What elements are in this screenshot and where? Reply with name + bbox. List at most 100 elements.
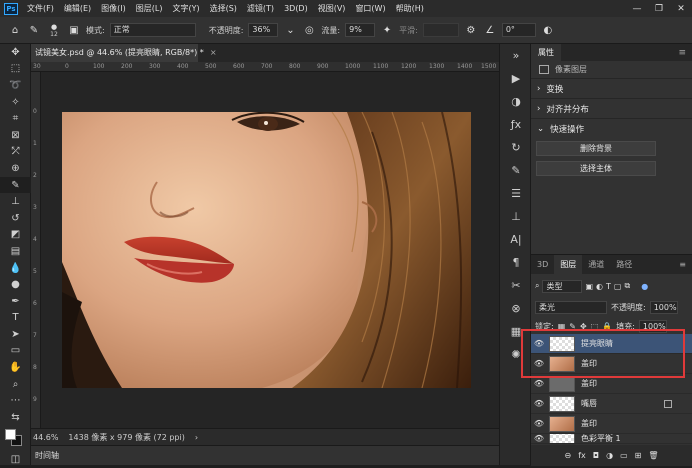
type-tool-icon[interactable]: T bbox=[0, 310, 31, 327]
shape-tool-icon[interactable]: ▭ bbox=[0, 343, 31, 360]
document-size-info[interactable]: 1438 像素 x 979 像素 (72 ppi) bbox=[68, 432, 184, 443]
gear-icon[interactable]: ⚙ bbox=[464, 23, 478, 37]
tab-properties[interactable]: 属性 bbox=[531, 44, 561, 61]
new-adjustment-icon[interactable]: ◑ bbox=[606, 451, 613, 460]
path-selection-tool-icon[interactable]: ➤ bbox=[0, 326, 31, 343]
minimize-button[interactable]: — bbox=[626, 4, 648, 14]
dodge-tool-icon[interactable]: ● bbox=[0, 276, 31, 293]
eye-icon[interactable]: 👁 bbox=[531, 419, 547, 428]
brush-settings-icon[interactable]: ▣ bbox=[67, 23, 81, 37]
filter-smart-object-icon[interactable]: ⧉ bbox=[624, 281, 630, 291]
menu-image[interactable]: 图像(I) bbox=[96, 3, 131, 14]
angle-input[interactable]: 0° bbox=[501, 23, 536, 37]
move-tool-icon[interactable]: ✥ bbox=[0, 44, 31, 61]
add-mask-icon[interactable]: ◘ bbox=[593, 451, 599, 460]
layer-filter-select[interactable]: 类型 bbox=[542, 279, 583, 293]
portrait-photo[interactable] bbox=[62, 112, 471, 388]
color-swatches[interactable] bbox=[0, 426, 31, 452]
3d-icon[interactable]: ⊗ bbox=[500, 297, 532, 320]
foreground-color-swatch[interactable] bbox=[5, 428, 16, 440]
lasso-tool-icon[interactable]: ➰ bbox=[0, 77, 31, 94]
stamp-tool-icon[interactable]: ⊥ bbox=[0, 193, 31, 210]
document-tab[interactable]: 试镜美女.psd @ 44.6% (提亮眼睛, RGB/8*) * × bbox=[31, 44, 217, 62]
menu-help[interactable]: 帮助(H) bbox=[391, 3, 429, 14]
swap-colors-icon[interactable]: ⇆ bbox=[0, 409, 31, 426]
pressure-size-icon[interactable]: ◐ bbox=[541, 23, 555, 37]
menu-window[interactable]: 窗口(W) bbox=[350, 3, 390, 14]
blur-tool-icon[interactable]: 💧 bbox=[0, 260, 31, 277]
remove-background-button[interactable]: 删除背景 bbox=[536, 141, 656, 156]
section-quick-actions[interactable]: ⌄ 快速操作 bbox=[531, 119, 692, 139]
hand-tool-icon[interactable]: ✋ bbox=[0, 359, 31, 376]
new-layer-icon[interactable]: ⊞ bbox=[635, 451, 642, 460]
home-icon[interactable]: ⌂ bbox=[8, 23, 22, 37]
link-layers-icon[interactable]: ⊖ bbox=[565, 451, 572, 460]
filter-adjustment-icon[interactable]: ◐ bbox=[596, 282, 603, 291]
timeline-tab[interactable]: 时间轴 bbox=[35, 451, 59, 460]
filter-shape-icon[interactable]: ▢ bbox=[614, 282, 622, 291]
eye-icon[interactable]: 👁 bbox=[531, 399, 547, 408]
section-transform[interactable]: › 变换 bbox=[531, 79, 692, 99]
sliders-icon[interactable]: ☰ bbox=[500, 182, 532, 205]
menu-view[interactable]: 视图(V) bbox=[313, 3, 351, 14]
fx-icon[interactable]: ƒx bbox=[500, 113, 532, 136]
layer-name[interactable]: 嘴唇 bbox=[581, 398, 597, 409]
gradient-tool-icon[interactable]: ▤ bbox=[0, 243, 31, 260]
layer-name[interactable]: 色彩平衡 1 bbox=[581, 434, 621, 443]
layer-row[interactable]: 👁 色彩平衡 1 bbox=[531, 434, 692, 444]
healing-brush-tool-icon[interactable]: ⊕ bbox=[0, 160, 31, 177]
tab-paths[interactable]: 路径 bbox=[610, 255, 638, 274]
eyedropper-tool-icon[interactable]: ⤱ bbox=[0, 144, 31, 161]
menu-select[interactable]: 选择(S) bbox=[205, 3, 242, 14]
filter-toggle-icon[interactable]: ● bbox=[641, 282, 648, 291]
chevron-down-icon[interactable]: ⌄ bbox=[283, 23, 297, 37]
opacity-input[interactable]: 36% bbox=[248, 23, 279, 37]
adjustments-icon[interactable]: ◑ bbox=[500, 90, 532, 113]
maximize-button[interactable]: ❐ bbox=[648, 4, 670, 14]
menu-layer[interactable]: 图层(L) bbox=[131, 3, 168, 14]
select-subject-button[interactable]: 选择主体 bbox=[536, 161, 656, 176]
frame-tool-icon[interactable]: ⊠ bbox=[0, 127, 31, 144]
trash-icon[interactable]: 🗑 bbox=[648, 451, 658, 460]
collapse-panels-icon[interactable]: » bbox=[500, 44, 532, 67]
mode-select[interactable]: 正常 bbox=[109, 23, 196, 37]
menu-3d[interactable]: 3D(D) bbox=[279, 4, 313, 13]
brush-settings-icon[interactable]: ✎ bbox=[500, 159, 532, 182]
history-icon[interactable]: ↻ bbox=[500, 136, 532, 159]
pressure-opacity-icon[interactable]: ◎ bbox=[302, 23, 316, 37]
brush-tool-icon[interactable]: ✎ bbox=[27, 23, 41, 37]
layer-row[interactable]: 👁 盖印 bbox=[531, 414, 692, 434]
layer-row[interactable]: 👁 嘴唇 bbox=[531, 394, 692, 414]
zoom-tool-icon[interactable]: ⌕ bbox=[0, 376, 31, 393]
eye-icon[interactable]: 👁 bbox=[531, 379, 547, 388]
marquee-tool-icon[interactable]: ⬚ bbox=[0, 61, 31, 78]
paragraph-icon[interactable]: ¶ bbox=[500, 251, 532, 274]
status-chevron-icon[interactable]: › bbox=[195, 433, 198, 442]
airbrush-icon[interactable]: ✦ bbox=[380, 23, 394, 37]
flow-input[interactable]: 9% bbox=[345, 23, 376, 37]
layer-opacity-input[interactable]: 100% bbox=[649, 300, 678, 314]
menu-type[interactable]: 文字(Y) bbox=[167, 3, 204, 14]
filter-pixel-icon[interactable]: ▣ bbox=[585, 282, 593, 291]
tab-channels[interactable]: 通道 bbox=[582, 255, 610, 274]
quick-mask-icon[interactable]: ◫ bbox=[0, 452, 31, 468]
section-align[interactable]: › 对齐并分布 bbox=[531, 99, 692, 119]
close-window-button[interactable]: ✕ bbox=[670, 4, 692, 14]
fx-icon[interactable]: fx bbox=[578, 451, 586, 460]
menu-edit[interactable]: 编辑(E) bbox=[59, 3, 96, 14]
filter-type-icon[interactable]: T bbox=[606, 282, 611, 291]
brush-tool-icon[interactable]: ✎ bbox=[0, 176, 31, 194]
menu-file[interactable]: 文件(F) bbox=[22, 3, 59, 14]
magic-wand-tool-icon[interactable]: ✧ bbox=[0, 94, 31, 111]
panel-menu-icon[interactable]: ≡ bbox=[678, 48, 686, 58]
close-tab-icon[interactable]: × bbox=[210, 48, 217, 57]
more-tools-icon[interactable]: ⋯ bbox=[0, 392, 31, 409]
layer-name[interactable]: 盖印 bbox=[581, 378, 597, 389]
layer-name[interactable]: 盖印 bbox=[581, 418, 597, 429]
eye-icon[interactable]: 👁 bbox=[531, 434, 547, 443]
menu-filter[interactable]: 滤镜(T) bbox=[242, 3, 279, 14]
crop-tool-icon[interactable]: ⌗ bbox=[0, 110, 31, 127]
eraser-tool-icon[interactable]: ◩ bbox=[0, 227, 31, 244]
new-group-icon[interactable]: ▭ bbox=[620, 451, 628, 460]
stamp-icon[interactable]: ⊥ bbox=[500, 205, 532, 228]
